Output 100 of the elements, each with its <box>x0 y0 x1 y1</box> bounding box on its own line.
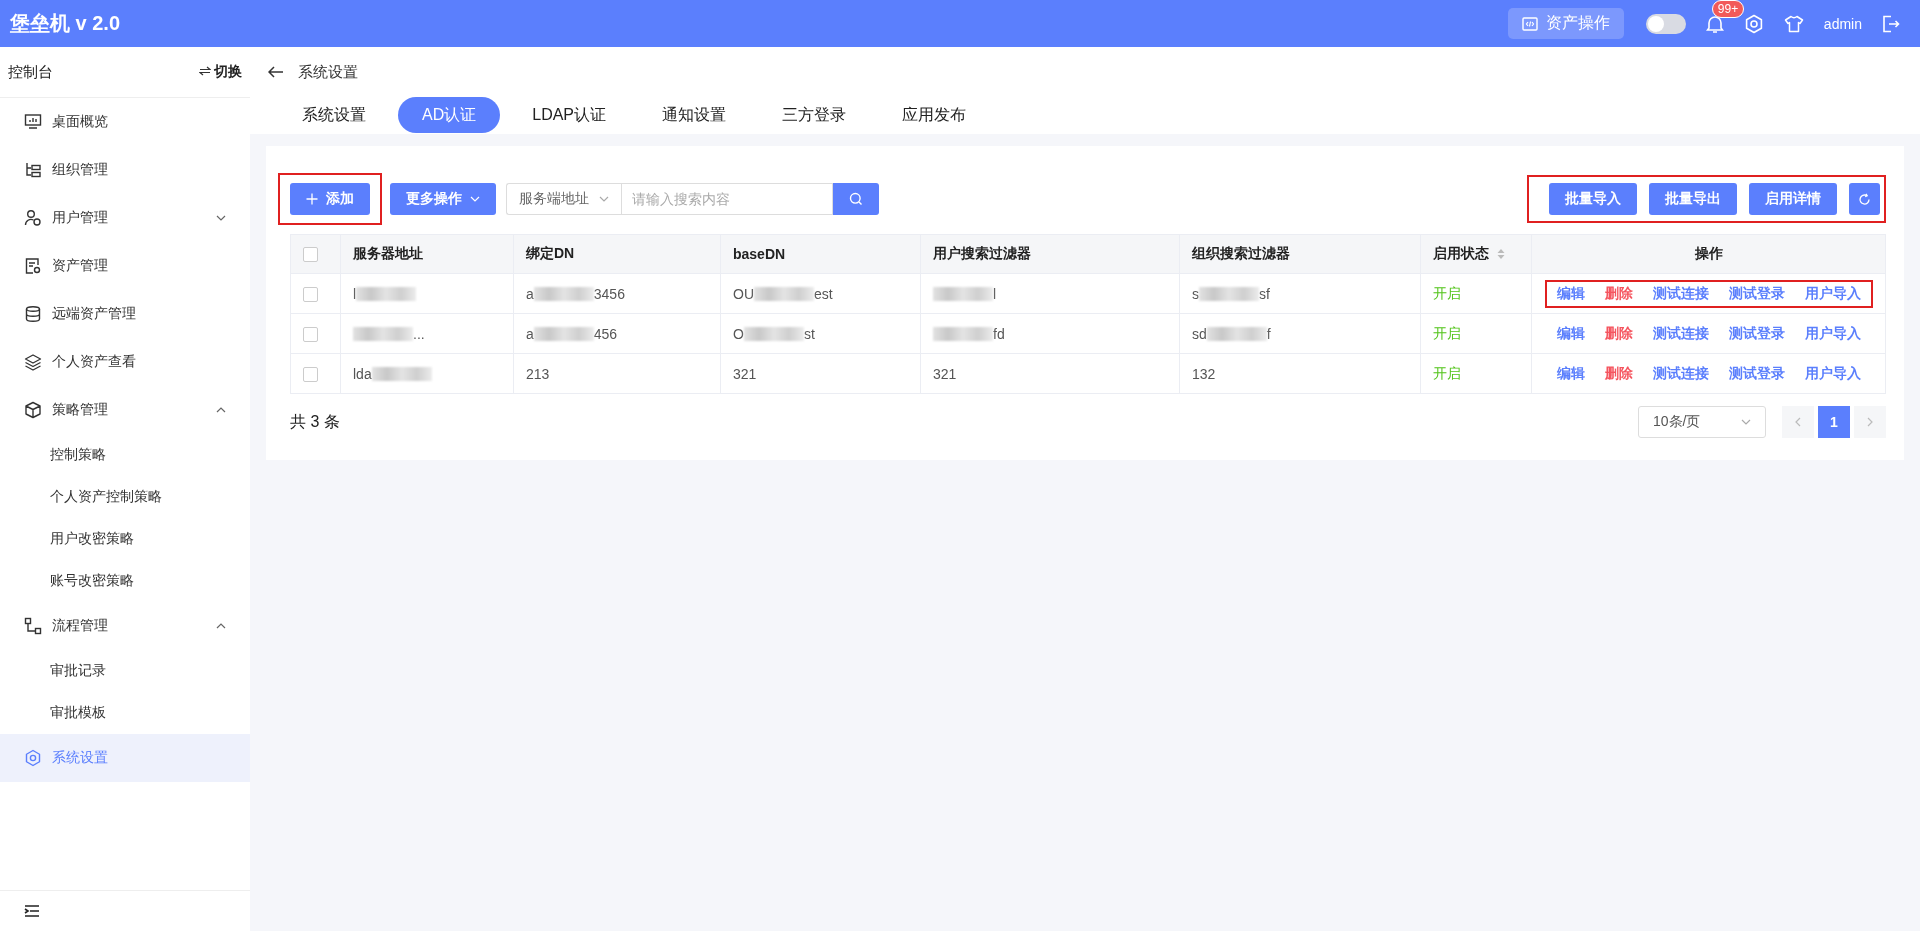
checkbox[interactable] <box>303 366 318 382</box>
toolbar-button[interactable]: 启用详情 <box>1749 183 1837 215</box>
page-button[interactable]: 1 <box>1818 406 1850 438</box>
sidebar-item[interactable]: 流程管理 <box>0 602 250 650</box>
table-cell: 213 <box>526 365 550 382</box>
column-header: 启用状态 <box>1433 245 1489 261</box>
theme-switch[interactable] <box>1645 13 1686 34</box>
settings-icon[interactable] <box>1743 13 1764 34</box>
cube-icon <box>24 401 42 419</box>
tab[interactable]: AD认证 <box>398 97 501 133</box>
table-cell: a <box>526 325 534 342</box>
refresh-button[interactable] <box>1849 183 1880 215</box>
sidebar-item[interactable]: 用户管理 <box>0 194 250 242</box>
action-link[interactable]: 编辑 <box>1556 284 1585 303</box>
page-title: 系统设置 <box>298 62 358 82</box>
action-link[interactable]: 测试连接 <box>1652 284 1709 303</box>
sidebar-item[interactable]: 组织管理 <box>0 146 250 194</box>
action-link[interactable]: 删除 <box>1604 284 1633 303</box>
switch-button[interactable]: 切换 <box>199 63 242 81</box>
settings-icon <box>24 749 42 767</box>
toolbar-button[interactable]: 批量导出 <box>1649 183 1737 215</box>
action-link[interactable]: 用户导入 <box>1804 324 1861 343</box>
table-cell: st <box>803 325 815 342</box>
action-link[interactable]: 测试登录 <box>1728 284 1785 303</box>
add-button[interactable]: 添加 <box>290 183 370 215</box>
bell-icon[interactable] <box>1705 13 1724 34</box>
action-link[interactable]: 用户导入 <box>1804 364 1861 383</box>
search-scope-select[interactable]: 服务端地址 <box>506 183 621 215</box>
action-link[interactable]: 测试登录 <box>1728 364 1785 383</box>
blurred-text <box>371 366 432 381</box>
chevron-icon <box>470 196 480 202</box>
blurred-text <box>533 286 594 301</box>
table-cell: fd <box>993 325 1005 342</box>
action-link[interactable]: 删除 <box>1604 324 1633 343</box>
sidebar-item[interactable]: 系统设置 <box>0 734 250 782</box>
notification-badge: 99+ <box>1711 0 1745 18</box>
tab[interactable]: LDAP认证 <box>508 97 631 133</box>
total-count: 共 3 条 <box>290 411 340 432</box>
sort-icon[interactable] <box>1497 248 1505 261</box>
checkbox[interactable] <box>303 286 318 302</box>
action-link[interactable]: 编辑 <box>1556 324 1585 343</box>
page-size-select[interactable]: 10条/页 <box>1638 406 1766 438</box>
column-header: 用户搜索过滤器 <box>933 245 1031 261</box>
toolbar-button[interactable]: 批量导入 <box>1549 183 1637 215</box>
search-field[interactable]: 请输入搜索内容 <box>621 183 833 215</box>
sidebar-subitem[interactable]: 控制策略 <box>0 434 250 476</box>
user-icon <box>24 209 42 227</box>
blurred-text <box>353 326 413 341</box>
status-text: 开启 <box>1433 284 1461 301</box>
table-cell: ... <box>413 325 425 342</box>
tab[interactable]: 通知设置 <box>638 97 751 133</box>
search-button[interactable] <box>833 183 879 215</box>
back-arrow-icon[interactable] <box>268 66 284 78</box>
sidebar-subitem[interactable]: 账号改密策略 <box>0 560 250 602</box>
sidebar-item[interactable]: 策略管理 <box>0 386 250 434</box>
blurred-text <box>533 326 594 341</box>
sidebar-subitem[interactable]: 个人资产控制策略 <box>0 476 250 518</box>
table-cell: sf <box>1259 285 1270 302</box>
table-cell: 321 <box>733 365 757 382</box>
asset-operation-button[interactable]: 资产操作 <box>1507 8 1624 39</box>
sidebar-subitem[interactable]: 审批记录 <box>0 650 250 692</box>
chevron-right-icon <box>1867 417 1873 427</box>
username[interactable]: admin <box>1823 15 1862 32</box>
checkbox[interactable] <box>303 326 318 342</box>
sidebar-item[interactable]: 桌面概览 <box>0 98 250 146</box>
sidebar-item[interactable]: 远端资产管理 <box>0 290 250 338</box>
action-link[interactable]: 测试连接 <box>1652 324 1709 343</box>
blurred-text <box>1206 326 1267 341</box>
tab[interactable]: 系统设置 <box>278 97 390 133</box>
blurred-text <box>754 286 814 301</box>
action-link[interactable]: 删除 <box>1604 364 1633 383</box>
sidebar-item[interactable]: 资产管理 <box>0 242 250 290</box>
action-link[interactable]: 用户导入 <box>1804 284 1861 303</box>
table-cell: l <box>353 285 357 302</box>
sidebar-title: 控制台 <box>8 62 53 82</box>
table-cell: l <box>993 285 997 302</box>
blurred-text <box>933 286 993 301</box>
sidebar-subitem[interactable]: 审批模板 <box>0 692 250 734</box>
plus-icon <box>306 193 318 205</box>
column-header: baseDN <box>733 246 786 262</box>
table-cell: 3456 <box>593 285 625 302</box>
blurred-text <box>1199 286 1259 301</box>
table-cell: f <box>1266 325 1271 342</box>
column-header: 绑定DN <box>526 245 575 261</box>
tab[interactable]: 应用发布 <box>878 97 991 133</box>
code-icon <box>1521 16 1538 31</box>
logout-icon[interactable] <box>1882 14 1900 33</box>
action-link[interactable]: 测试登录 <box>1728 324 1785 343</box>
sidebar-subitem[interactable]: 用户改密策略 <box>0 518 250 560</box>
action-link[interactable]: 编辑 <box>1556 364 1585 383</box>
shirt-icon[interactable] <box>1783 14 1804 33</box>
app-title: 堡垒机 v 2.0 <box>10 11 121 36</box>
tab[interactable]: 三方登录 <box>758 97 871 133</box>
table-cell: lda <box>353 365 372 382</box>
action-link[interactable]: 测试连接 <box>1652 364 1709 383</box>
more-actions-button[interactable]: 更多操作 <box>390 183 496 215</box>
collapse-menu-icon[interactable] <box>24 904 40 918</box>
blurred-text <box>356 286 417 301</box>
checkbox[interactable] <box>303 247 318 263</box>
sidebar-item[interactable]: 个人资产查看 <box>0 338 250 386</box>
